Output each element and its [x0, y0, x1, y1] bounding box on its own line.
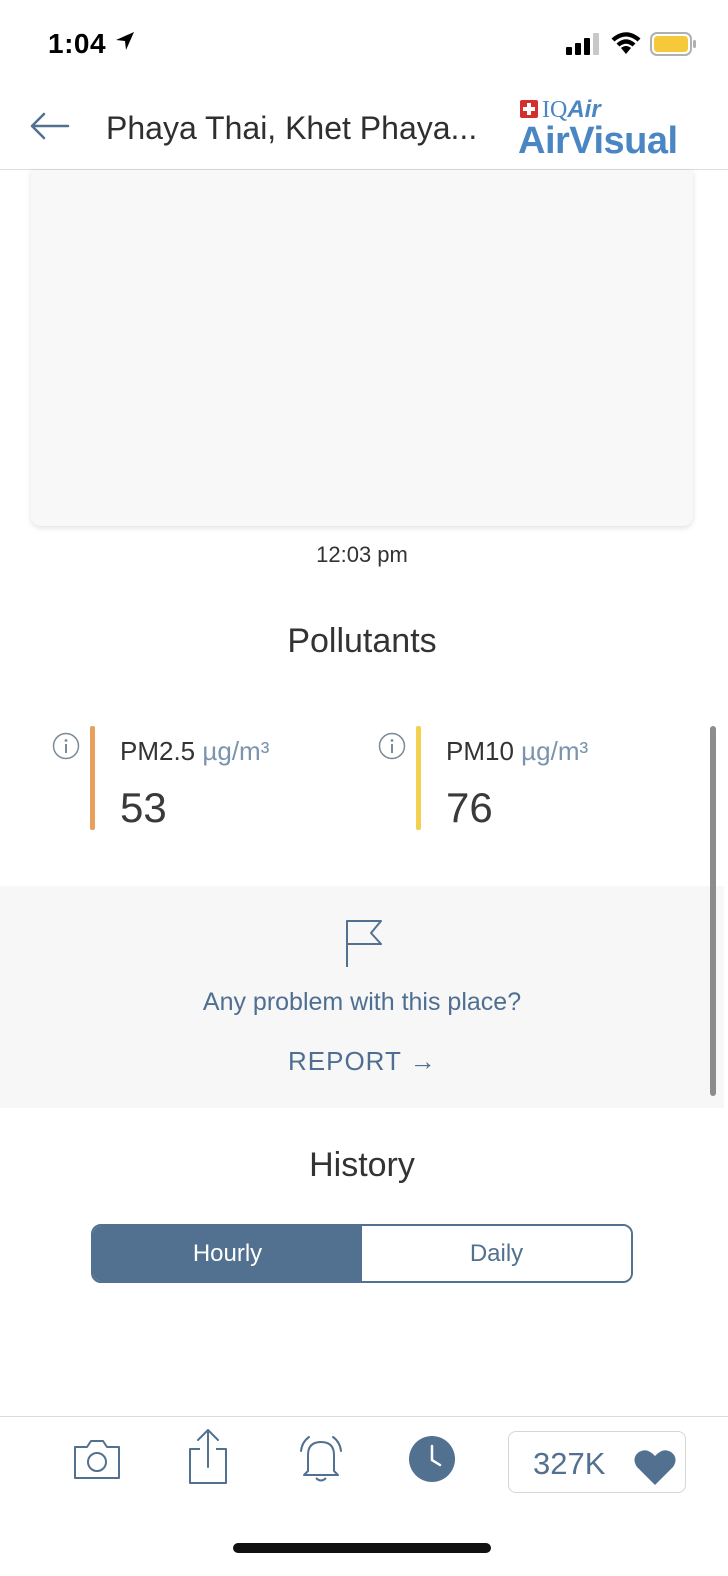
pollutant-name: PM2.5 µg/m³: [120, 736, 270, 766]
pm10-color-bar: [416, 726, 421, 830]
flag-icon: [346, 920, 382, 967]
aqi-card: [31, 170, 693, 526]
tab-hourly[interactable]: Hourly: [93, 1226, 362, 1281]
pollutant-unit: µg/m³: [521, 736, 589, 766]
pollutant-value: 53: [120, 784, 167, 831]
wifi-icon: [611, 32, 641, 54]
pollutant-unit: µg/m³: [202, 736, 270, 766]
update-time: 12:03 pm: [316, 542, 408, 567]
pollutant-pm10: PM10 µg/m³ 76: [378, 726, 678, 831]
signal-icon: [566, 33, 599, 55]
report-section: Any problem with this place? REPORT →: [0, 886, 724, 1108]
info-icon[interactable]: [378, 732, 406, 760]
pollutant-name: PM10 µg/m³: [446, 736, 589, 766]
status-time: 1:04: [48, 28, 107, 59]
pm25-color-bar: [90, 726, 95, 830]
scrollbar[interactable]: [710, 726, 716, 1096]
home-indicator: [233, 1543, 491, 1553]
likes-count: 327K: [533, 1446, 606, 1481]
history-title: History: [309, 1146, 415, 1184]
location-arrow-icon: [116, 32, 134, 50]
bell-icon[interactable]: [294, 1431, 348, 1485]
pollutant-value: 76: [446, 784, 493, 831]
pollutant-pm25: PM2.5 µg/m³ 53: [52, 726, 352, 831]
share-icon[interactable]: [186, 1427, 230, 1485]
report-button[interactable]: REPORT →: [288, 1046, 436, 1082]
status-bar: 1:04: [0, 0, 728, 88]
swiss-cross-icon: [520, 100, 538, 118]
back-arrow-icon[interactable]: [26, 106, 74, 146]
battery-icon: [650, 32, 696, 56]
clock-icon[interactable]: [408, 1435, 456, 1483]
logo-airvisual-text: AirVisual: [518, 120, 678, 162]
report-question: Any problem with this place?: [202, 988, 522, 1016]
pollutants-title: Pollutants: [287, 622, 437, 660]
heart-icon: [634, 1450, 676, 1485]
camera-icon[interactable]: [72, 1437, 122, 1481]
tab-daily[interactable]: Daily: [362, 1226, 631, 1281]
history-toggle: Hourly Daily: [91, 1224, 633, 1283]
likes-button[interactable]: 327K: [508, 1431, 686, 1493]
app-header: Phaya Thai, Khet Phaya... IQAir AirVisua…: [0, 88, 728, 170]
info-icon[interactable]: [52, 732, 80, 760]
iqair-airvisual-logo: IQAir AirVisual: [518, 96, 698, 162]
page-title: Phaya Thai, Khet Phaya...: [106, 110, 478, 146]
